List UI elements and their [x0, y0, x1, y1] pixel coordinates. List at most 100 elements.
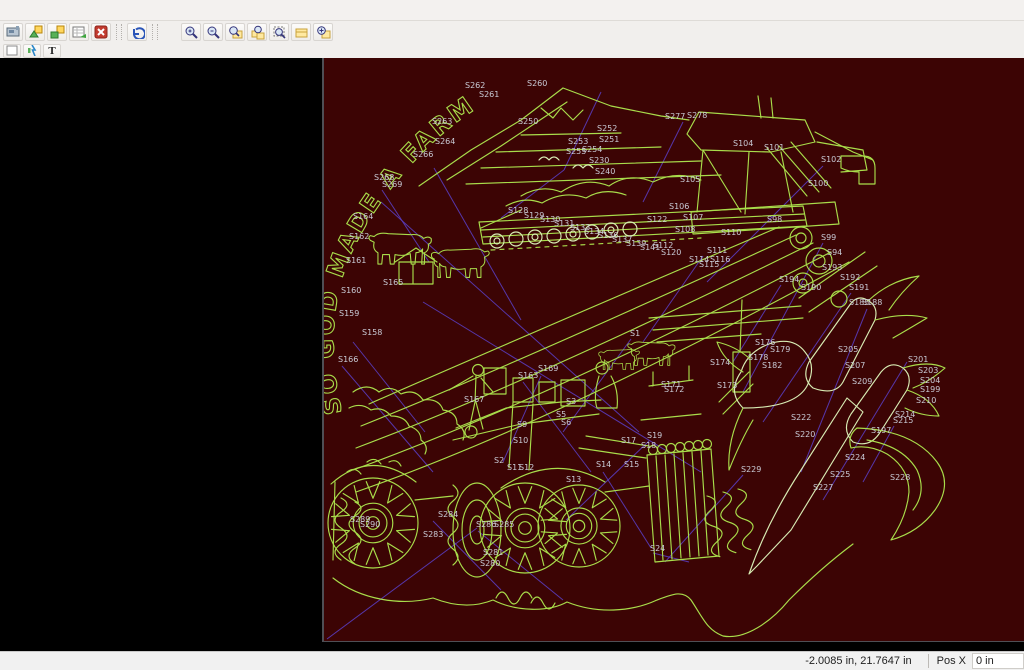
snap-icon[interactable] — [23, 44, 41, 58]
sequence-label: S110 — [721, 228, 741, 237]
sequence-label: S107 — [683, 213, 703, 222]
zoom-window-icon[interactable] — [269, 23, 289, 41]
sequence-label: S106 — [669, 202, 689, 211]
sequence-label: S203 — [918, 366, 938, 375]
sequence-label: S159 — [339, 309, 359, 318]
sequence-label: S252 — [597, 124, 617, 133]
sequence-label: S285 — [494, 520, 514, 529]
sequence-label: S277 — [665, 112, 685, 121]
text-tool-label: T — [48, 45, 55, 57]
sequence-label: S280 — [480, 559, 500, 568]
import-part-icon[interactable] — [25, 23, 45, 41]
sequence-label: S188 — [862, 298, 882, 307]
sequence-label: S15 — [624, 460, 639, 469]
sequence-label: S227 — [813, 483, 833, 492]
select-rectangle-icon[interactable] — [3, 44, 21, 58]
sequence-label: S250 — [518, 117, 538, 126]
sequence-label: S281 — [483, 548, 503, 557]
sequence-label: S99 — [821, 233, 836, 242]
sequence-label: S222 — [791, 413, 811, 422]
sequence-label: S160 — [341, 286, 361, 295]
sequence-label: S193 — [822, 263, 842, 272]
undo-icon[interactable] — [127, 23, 147, 41]
sequence-label: S13 — [566, 475, 581, 484]
sequence-label: S100 — [808, 179, 828, 188]
sequence-label: S17 — [621, 436, 636, 445]
sequence-label: S120 — [661, 248, 681, 257]
sequence-label: S18 — [641, 441, 656, 450]
sequence-labels: S260S262S261S250S263S252S251S253S264S254… — [338, 79, 940, 568]
zoom-selected-icon[interactable] — [225, 23, 245, 41]
sequence-label: S164 — [353, 212, 373, 221]
sequence-label: S255 — [566, 147, 586, 156]
nest-sheet-icon[interactable] — [69, 23, 89, 41]
cursor-coordinates: -2.0085 in, 21.7647 in — [805, 655, 911, 667]
sequence-label: S163 — [518, 371, 538, 380]
machine-setup-icon[interactable] — [3, 23, 23, 41]
material-sheet[interactable]: SO GOD MADE A FARMER — [322, 58, 1024, 642]
zoom-out-icon[interactable] — [203, 23, 223, 41]
delete-icon[interactable] — [91, 23, 111, 41]
sequence-label: S199 — [920, 385, 940, 394]
sequence-label: S225 — [830, 470, 850, 479]
sequence-label: S220 — [795, 430, 815, 439]
sequence-label: S111 — [707, 246, 727, 255]
sequence-label: S98 — [767, 215, 782, 224]
sequence-label: S210 — [916, 396, 936, 405]
sequence-label: S229 — [741, 465, 761, 474]
sequence-label: S169 — [538, 364, 558, 373]
sequence-label: S174 — [710, 358, 730, 367]
zoom-in-icon[interactable] — [181, 23, 201, 41]
zoom-extents-icon[interactable] — [313, 23, 333, 41]
sequence-label: S6 — [561, 418, 571, 427]
sequence-label: S19 — [647, 431, 662, 440]
sequence-label: S167 — [464, 395, 484, 404]
sequence-label: S24 — [650, 544, 665, 553]
sequence-label: S240 — [595, 167, 615, 176]
text-tool-icon[interactable]: T — [43, 44, 61, 58]
sequence-label: S182 — [762, 361, 782, 370]
sequence-label: S228 — [890, 473, 910, 482]
sequence-label: S251 — [599, 135, 619, 144]
drawing-canvas[interactable]: SO GOD MADE A FARMER — [0, 58, 1024, 652]
sequence-label: S172 — [664, 385, 684, 394]
sequence-label: S260 — [527, 79, 547, 88]
sequence-label: S262 — [465, 81, 485, 90]
sequence-label: S230 — [589, 156, 609, 165]
sequence-label: S101 — [764, 143, 784, 152]
toolbar-separator — [152, 24, 158, 40]
zoom-all-icon[interactable] — [247, 23, 267, 41]
sequence-label: S263 — [432, 117, 452, 126]
sequence-label: S102 — [821, 155, 841, 164]
sequence-label: S261 — [479, 90, 499, 99]
status-divider — [928, 654, 929, 668]
tool-toolbar: T — [0, 43, 1024, 59]
sequence-label: S158 — [362, 328, 382, 337]
sequence-label: S166 — [338, 355, 358, 364]
sequence-label: S9 — [517, 420, 527, 429]
design-svg: SO GOD MADE A FARMER — [324, 58, 1024, 641]
sequence-label: S209 — [852, 377, 872, 386]
add-part-icon[interactable] — [47, 23, 67, 41]
sequence-label: S116 — [710, 255, 730, 264]
zoom-sheet-icon[interactable] — [291, 23, 311, 41]
sequence-label: S192 — [840, 273, 860, 282]
sequence-label: S286 — [476, 520, 496, 529]
sequence-label: S94 — [827, 248, 842, 257]
sequence-label: S105 — [680, 175, 700, 184]
sequence-label: S266 — [413, 150, 433, 159]
sequence-label: S108 — [675, 225, 695, 234]
sequence-label: S290 — [360, 520, 380, 529]
sequence-label: S205 — [838, 345, 858, 354]
sequence-label: S12 — [519, 463, 534, 472]
sequence-label: S190 — [801, 283, 821, 292]
sequence-label: S191 — [849, 283, 869, 292]
pos-x-value[interactable]: 0 in — [972, 653, 1024, 669]
sequence-label: S207 — [845, 361, 865, 370]
sequence-label: S283 — [423, 530, 443, 539]
sequence-label: S104 — [733, 139, 753, 148]
sequence-label: S10 — [513, 436, 528, 445]
menu-bar — [0, 0, 1024, 21]
sequence-label: S3 — [566, 397, 576, 406]
sequence-label: S284 — [438, 510, 458, 519]
